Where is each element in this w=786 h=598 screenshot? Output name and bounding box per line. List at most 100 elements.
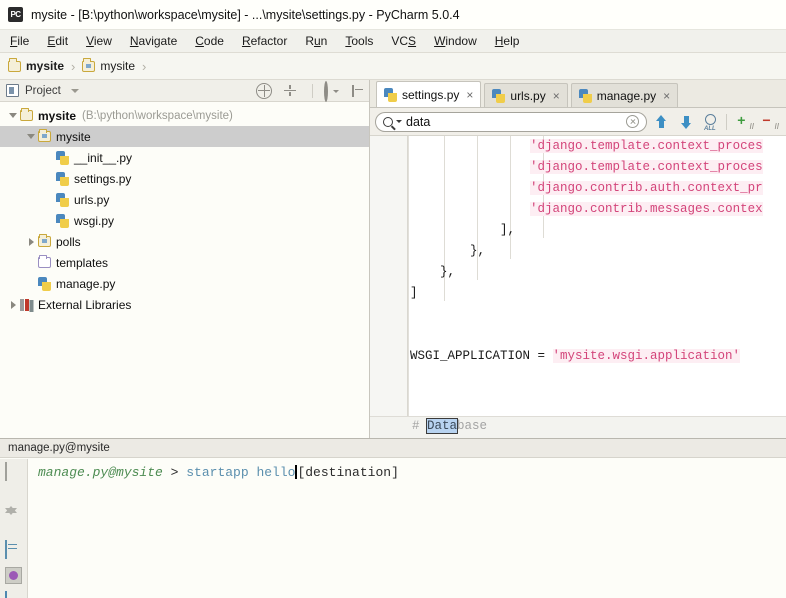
- menu-view[interactable]: View: [86, 34, 112, 48]
- code-line: 'django.template.context_proces: [410, 157, 786, 178]
- editor-gutter[interactable]: [370, 136, 409, 438]
- search-match-highlight: Data: [426, 418, 459, 434]
- scroll-down-icon[interactable]: [4, 508, 23, 533]
- tree-item-settings-py[interactable]: settings.py: [0, 168, 369, 189]
- chevron-down-icon[interactable]: [70, 88, 79, 93]
- tree-item-label: polls: [56, 234, 81, 249]
- menu-run[interactable]: Run: [305, 34, 327, 48]
- console-prompt: manage.py@mysite: [38, 465, 163, 480]
- menu-file[interactable]: File: [10, 34, 29, 48]
- autoscroll-icon[interactable]: [282, 83, 298, 99]
- menu-help[interactable]: Help: [495, 34, 520, 48]
- chevron-down-small-icon: [333, 89, 339, 93]
- code-line: },: [410, 262, 786, 283]
- expand-arrow-icon[interactable]: [6, 113, 20, 118]
- tree-item-label: External Libraries: [38, 297, 132, 312]
- console-title: manage.py@mysite: [8, 442, 110, 454]
- divider: [312, 83, 313, 98]
- breadcrumb-item-module[interactable]: mysite: [82, 58, 135, 73]
- editor-tab-manage-py[interactable]: manage.py ×: [570, 83, 679, 107]
- breadcrumb-label-0: mysite: [26, 59, 65, 73]
- collapse-all-icon[interactable]: [256, 82, 272, 99]
- soft-wrap-glyph: [4, 540, 7, 559]
- code-line: 'django.contrib.auth.context_pr: [410, 178, 786, 199]
- clear-search-icon[interactable]: [626, 115, 639, 128]
- menu-tools[interactable]: Tools: [345, 34, 373, 48]
- tree-item-wsgi-py[interactable]: wsgi.py: [0, 210, 369, 231]
- close-tab-icon[interactable]: ×: [663, 89, 670, 103]
- editor-last-line-row[interactable]: # Database: [370, 416, 786, 438]
- code-editor[interactable]: 'django.template.context_proces 'django.…: [370, 136, 786, 438]
- tree-item-external-libraries[interactable]: External Libraries: [0, 294, 369, 315]
- tree-item-templates[interactable]: templates: [0, 252, 369, 273]
- menu-code[interactable]: Code: [195, 34, 224, 48]
- menu-refactor[interactable]: Refactor: [242, 34, 287, 48]
- code-line: 'django.template.context_proces: [410, 136, 786, 157]
- caret-pair-glyph-2: II: [774, 121, 779, 131]
- console-body: manage.py@mysite > startapp hello [destin…: [0, 459, 786, 598]
- pycharm-icon: PC: [8, 7, 23, 22]
- find-next-icon[interactable]: [675, 111, 697, 133]
- menu-vcs[interactable]: VCS: [391, 34, 416, 48]
- module-folder-icon: [82, 58, 96, 72]
- add-occurrence-icon[interactable]: + II: [734, 111, 756, 133]
- console-glyph: [4, 591, 7, 598]
- settings-gear-icon[interactable]: [323, 80, 339, 102]
- expand-arrow-icon[interactable]: [24, 134, 38, 139]
- search-icon: [383, 116, 393, 127]
- python-file-icon: [38, 276, 51, 291]
- collapse-arrow-icon[interactable]: [6, 300, 20, 309]
- search-options-chevron-icon[interactable]: [396, 120, 402, 123]
- scroll-up-icon[interactable]: [4, 489, 23, 513]
- console-command-line[interactable]: manage.py@mysite > startapp hello [destin…: [28, 459, 786, 598]
- tree-item-label: __init__.py: [74, 150, 133, 165]
- close-tab-icon[interactable]: ×: [553, 89, 560, 103]
- tree-item-polls[interactable]: polls: [0, 231, 369, 252]
- code-line: ]: [410, 283, 786, 304]
- breadcrumb-item-project[interactable]: mysite: [8, 58, 65, 73]
- console-title-bar: manage.py@mysite: [0, 439, 786, 458]
- python-file-icon: [56, 171, 69, 186]
- tree-item-manage-py[interactable]: manage.py: [0, 273, 369, 294]
- breadcrumb-separator: ›: [71, 58, 76, 74]
- collapse-arrow-icon[interactable]: [24, 237, 38, 246]
- close-tab-icon[interactable]: ×: [466, 88, 473, 102]
- tree-item-urls-py[interactable]: urls.py: [0, 189, 369, 210]
- print-icon[interactable]: [4, 567, 23, 584]
- tree-item-label: urls.py: [74, 192, 110, 207]
- remove-occurrence-icon[interactable]: − II: [759, 111, 781, 133]
- tree-item-label: manage.py: [56, 276, 116, 291]
- all-label: ALL: [704, 125, 716, 132]
- tree-item--init-py[interactable]: __init__.py: [0, 147, 369, 168]
- code-token: 'django.template.context_proces: [530, 160, 763, 174]
- console-icon[interactable]: [4, 591, 23, 598]
- hide-panel-icon[interactable]: [349, 83, 365, 99]
- search-input[interactable]: data: [375, 111, 647, 132]
- project-panel-header: Project: [0, 80, 369, 102]
- python-file-icon: [384, 87, 397, 102]
- code-token: 'django.contrib.messages.contex: [530, 202, 763, 216]
- menu-edit[interactable]: Edit: [47, 34, 68, 48]
- python-file-icon: [56, 192, 69, 207]
- find-previous-icon[interactable]: [650, 111, 672, 133]
- code-lines: 'django.template.context_proces 'django.…: [410, 136, 786, 438]
- console-arrow: >: [162, 465, 187, 480]
- tree-item-mysite[interactable]: mysite (B:\python\workspace\mysite): [0, 105, 369, 126]
- arrow-down-stem: [683, 115, 689, 123]
- editor-tab-settings-py[interactable]: settings.py ×: [376, 81, 482, 107]
- project-tree[interactable]: mysite (B:\python\workspace\mysite) mysite…: [0, 102, 369, 438]
- code-line: 'django.contrib.messages.contex: [410, 199, 786, 220]
- stop-icon[interactable]: [4, 462, 23, 481]
- menu-window[interactable]: Window: [434, 34, 477, 48]
- select-all-occurrences-icon[interactable]: ALL: [700, 111, 722, 133]
- soft-wrap-icon[interactable]: [4, 540, 23, 559]
- python-file-icon: [578, 88, 592, 103]
- code-token: 'django.contrib.auth.context_pr: [530, 181, 763, 195]
- plus-glyph: +: [737, 111, 746, 128]
- menu-navigate[interactable]: Navigate: [130, 34, 177, 48]
- editor-tab-urls-py[interactable]: urls.py ×: [484, 83, 568, 107]
- comment-rest: base: [457, 419, 488, 433]
- tree-item-mysite[interactable]: mysite: [0, 126, 369, 147]
